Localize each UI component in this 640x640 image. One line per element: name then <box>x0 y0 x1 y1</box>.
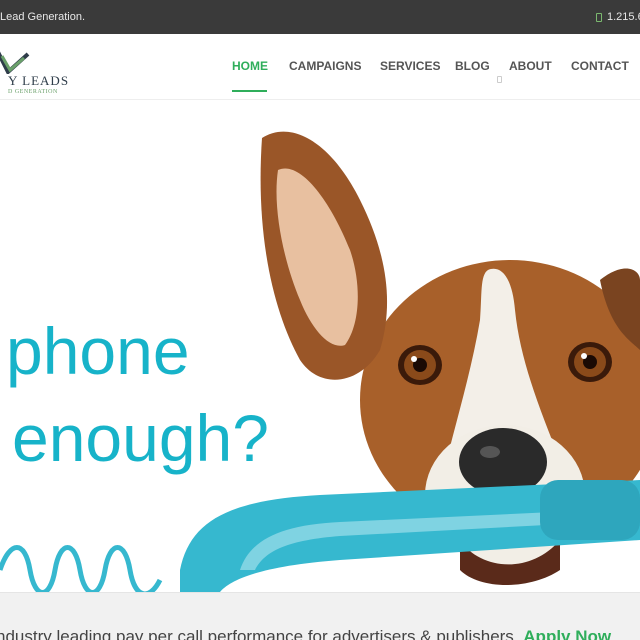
site-logo[interactable]: Y LEADS D GENERATION <box>0 46 68 96</box>
nav-contact[interactable]: CONTACT <box>571 59 629 73</box>
checkmark-logo-icon <box>0 51 30 74</box>
hero-headline-line1: phone <box>6 314 190 388</box>
dropdown-indicator-icon <box>497 76 502 83</box>
nav-campaigns[interactable]: CAMPAIGNS <box>289 59 361 73</box>
promo-text: ndustry leading pay per call performance… <box>0 627 519 640</box>
topbar-phone[interactable]: 1.215.6 <box>596 11 640 23</box>
nav-active-indicator <box>232 90 267 92</box>
tagline-text: Lead Generation. <box>0 11 86 23</box>
mobile-phone-icon <box>596 12 602 22</box>
hero-banner: phone enough? <box>0 100 640 592</box>
promo-text-line: ndustry leading pay per call performance… <box>0 627 611 640</box>
hero-headline-line2: enough? <box>12 401 269 475</box>
top-info-bar: Lead Generation. 1.215.6 <box>0 0 640 34</box>
logo-name: Y LEADS <box>8 73 70 88</box>
nav-blog[interactable]: BLOG <box>455 59 490 73</box>
phone-number[interactable]: 1.215.6 <box>607 11 640 23</box>
promo-banner: ndustry leading pay per call performance… <box>0 592 640 640</box>
nav-home[interactable]: HOME <box>232 59 268 73</box>
nav-about[interactable]: ABOUT <box>509 59 552 73</box>
site-header: Y LEADS D GENERATION HOME CAMPAIGNS SERV… <box>0 34 640 100</box>
logo-subtitle: D GENERATION <box>8 89 58 95</box>
apply-now-link[interactable]: Apply Now <box>523 627 611 640</box>
nav-services[interactable]: SERVICES <box>380 59 440 73</box>
